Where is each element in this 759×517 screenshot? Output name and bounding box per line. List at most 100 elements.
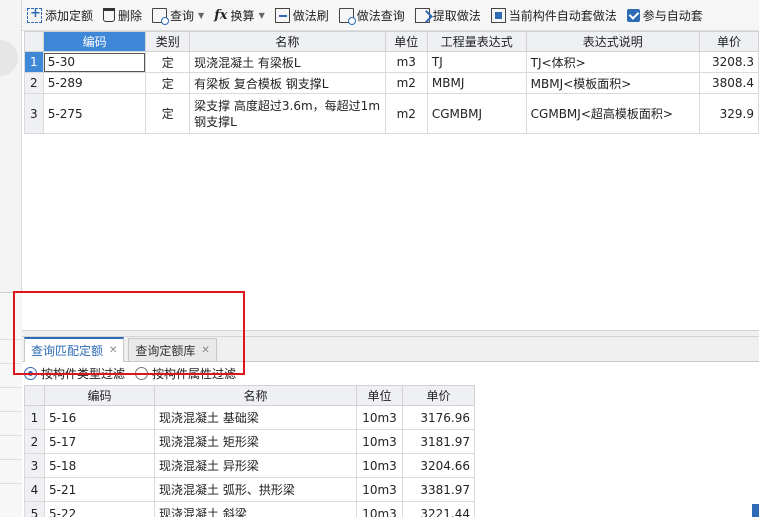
column-header-expression[interactable]: 工程量表达式 [426, 31, 527, 52]
cell-unit[interactable]: m2 [384, 72, 428, 94]
chevron-down-icon: ▼ [198, 10, 205, 20]
cell-price[interactable]: 3208.3 [698, 51, 759, 73]
delete-button[interactable]: 删除 [98, 0, 147, 30]
auto-apply-current-button[interactable]: 当前构件自动套做法 [486, 0, 622, 30]
participate-auto-checkbox[interactable]: 参与自动套 [622, 0, 708, 30]
tab-query-matched-quota[interactable]: 查询匹配定额 ✕ [24, 337, 125, 362]
background-panel-strip [0, 0, 22, 517]
cell-unit[interactable]: m2 [384, 93, 428, 134]
row-number[interactable]: 4 [24, 477, 45, 502]
column-header-expression-desc[interactable]: 表达式说明 [525, 31, 700, 52]
cell-unit[interactable]: 10m3 [356, 477, 403, 502]
auto-apply-current-label: 当前构件自动套做法 [508, 8, 617, 23]
add-quota-button[interactable]: 添加定额 [22, 0, 98, 30]
extract-method-button[interactable]: 提取做法 [410, 0, 486, 30]
cell-type[interactable]: 定 [145, 51, 191, 73]
cell-price[interactable]: 3181.97 [402, 429, 475, 454]
cell-unit[interactable]: 10m3 [356, 453, 403, 478]
row-number[interactable]: 2 [24, 72, 44, 94]
row-number[interactable]: 5 [24, 501, 45, 517]
cell-expression[interactable]: MBMJ [426, 72, 527, 94]
cell-unit[interactable]: 10m3 [356, 429, 403, 454]
table-row[interactable]: 2 5-289 定 有梁板 复合模板 钢支撑L m2 MBMJ MBMJ<模板面… [24, 72, 759, 94]
table-row[interactable]: 1 5-30 定 现浇混凝土 有梁板L m3 TJ TJ<体积> 3208.3 [24, 51, 759, 73]
cell-price[interactable]: 3221.44 [402, 501, 475, 517]
cell-expression-desc[interactable]: MBMJ<模板面积> [525, 72, 700, 94]
cell-unit[interactable]: m3 [384, 51, 428, 73]
column-header-code[interactable]: 编码 [42, 31, 147, 52]
cell-price[interactable]: 3204.66 [402, 453, 475, 478]
close-icon[interactable]: ✕ [201, 345, 209, 356]
cell-code[interactable]: 5-17 [44, 429, 155, 454]
row-number[interactable]: 2 [24, 429, 45, 454]
table-row[interactable]: 1 5-16 现浇混凝土 基础梁 10m3 3176.96 [24, 405, 475, 430]
method-brush-label: 做法刷 [292, 8, 329, 23]
cell-name[interactable]: 现浇混凝土 弧形、拱形梁 [154, 477, 357, 502]
cell-code[interactable]: 5-16 [44, 405, 155, 430]
method-query-button[interactable]: 做法查询 [334, 0, 410, 30]
cell-name[interactable]: 现浇混凝土 基础梁 [154, 405, 357, 430]
cell-price[interactable]: 3808.4 [698, 72, 759, 94]
cell-unit[interactable]: 10m3 [356, 501, 403, 517]
query-dropdown-button[interactable]: 查询 ▼ [147, 0, 209, 30]
table-row[interactable]: 3 5-275 定 梁支撑 高度超过3.6m，每超过1m 钢支撑L m2 CGM… [24, 93, 759, 134]
cell-expression[interactable]: CGMBMJ [426, 93, 527, 134]
radio-selected-icon[interactable] [24, 366, 37, 380]
table-row[interactable]: 5 5-22 现浇混凝土 斜梁 10m3 3221.44 [24, 501, 475, 517]
cell-code[interactable]: 5-289 [42, 72, 147, 94]
cell-type[interactable]: 定 [145, 93, 191, 134]
query-tab-bar: 查询匹配定额 ✕ 查询定额库 ✕ [22, 337, 759, 362]
column-header-code[interactable]: 编码 [44, 385, 155, 406]
cell-price[interactable]: 329.9 [698, 93, 759, 134]
checkbox-checked-icon[interactable] [626, 8, 640, 22]
cell-unit[interactable]: 10m3 [356, 405, 403, 430]
cell-code[interactable]: 5-30 [42, 51, 147, 73]
filter-by-type-radio[interactable]: 按构件类型过滤 [24, 365, 125, 382]
cell-name[interactable]: 现浇混凝土 有梁板L [189, 51, 386, 73]
row-number[interactable]: 3 [24, 93, 44, 134]
column-header-price[interactable]: 单价 [402, 385, 475, 406]
cell-code[interactable]: 5-275 [42, 93, 147, 134]
column-header-type[interactable]: 类别 [145, 31, 191, 52]
row-number[interactable]: 3 [24, 453, 45, 478]
cell-code[interactable]: 5-18 [44, 453, 155, 478]
scroll-indicator [752, 504, 759, 517]
row-number-header [24, 385, 45, 406]
convert-label: 换算 [230, 8, 255, 23]
filter-by-attr-radio[interactable]: 按构件属性过滤 [135, 365, 236, 382]
column-header-name[interactable]: 名称 [154, 385, 357, 406]
cell-code[interactable]: 5-21 [44, 477, 155, 502]
convert-dropdown-button[interactable]: fx 换算 ▼ [209, 0, 270, 30]
close-icon[interactable]: ✕ [109, 345, 117, 356]
column-header-price[interactable]: 单价 [698, 31, 759, 52]
table-row[interactable]: 4 5-21 现浇混凝土 弧形、拱形梁 10m3 3381.97 [24, 477, 475, 502]
method-brush-button[interactable]: 做法刷 [270, 0, 334, 30]
cell-code[interactable]: 5-22 [44, 501, 155, 517]
auto-apply-icon [490, 7, 506, 23]
column-header-unit[interactable]: 单位 [356, 385, 403, 406]
cell-price[interactable]: 3381.97 [402, 477, 475, 502]
cell-name[interactable]: 现浇混凝土 矩形梁 [154, 429, 357, 454]
cell-price[interactable]: 3176.96 [402, 405, 475, 430]
column-header-name[interactable]: 名称 [189, 31, 386, 52]
chevron-down-icon: ▼ [258, 10, 265, 20]
row-number[interactable]: 1 [24, 51, 44, 73]
cell-name[interactable]: 现浇混凝土 异形梁 [154, 453, 357, 478]
radio-unselected-icon[interactable] [135, 366, 149, 380]
panel-handle [0, 40, 18, 76]
quota-table-empty-area[interactable] [24, 134, 759, 330]
cell-name[interactable]: 有梁板 复合模板 钢支撑L [189, 72, 386, 94]
tab-query-quota-library[interactable]: 查询定额库 ✕ [128, 338, 217, 361]
panel-splitter[interactable] [22, 330, 759, 337]
cell-name[interactable]: 梁支撑 高度超过3.6m，每超过1m 钢支撑L [189, 93, 386, 134]
cell-expression[interactable]: TJ [426, 51, 527, 73]
cell-type[interactable]: 定 [145, 72, 191, 94]
cell-expression-desc[interactable]: TJ<体积> [525, 51, 700, 73]
cell-name[interactable]: 现浇混凝土 斜梁 [154, 501, 357, 517]
row-number[interactable]: 1 [24, 405, 45, 430]
column-header-unit[interactable]: 单位 [384, 31, 428, 52]
delete-label: 删除 [118, 8, 143, 23]
table-row[interactable]: 2 5-17 现浇混凝土 矩形梁 10m3 3181.97 [24, 429, 475, 454]
table-row[interactable]: 3 5-18 现浇混凝土 异形梁 10m3 3204.66 [24, 453, 475, 478]
cell-expression-desc[interactable]: CGMBMJ<超高模板面积> [525, 93, 700, 134]
